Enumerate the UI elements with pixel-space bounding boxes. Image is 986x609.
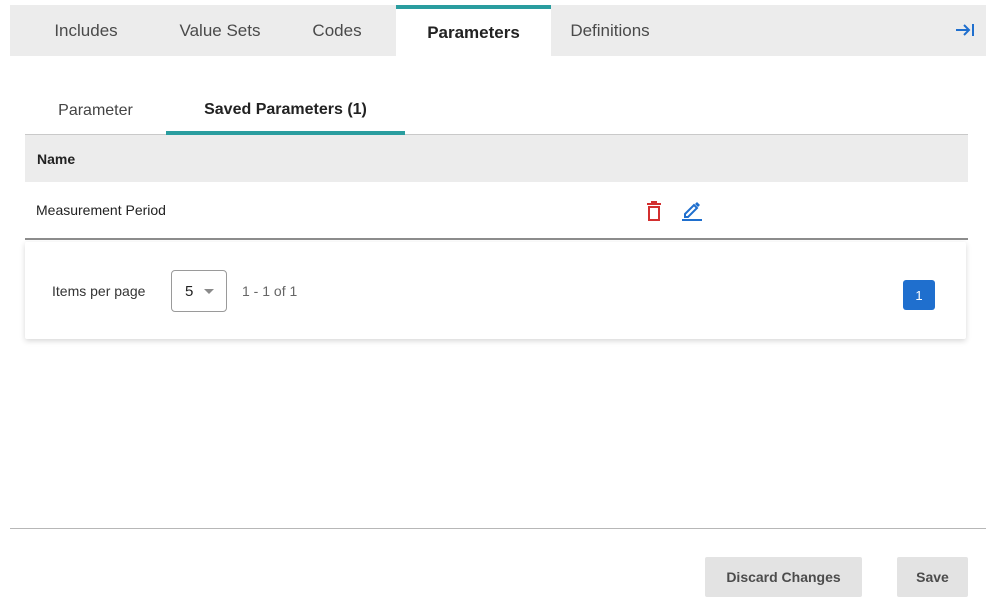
subtab-saved-parameters[interactable]: Saved Parameters (1): [166, 88, 405, 135]
save-button[interactable]: Save: [897, 557, 968, 597]
saved-parameters-table: Name Measurement Period: [25, 135, 968, 240]
column-header-name: Name: [37, 150, 76, 167]
tab-includes[interactable]: Includes: [10, 5, 162, 56]
discard-changes-button[interactable]: Discard Changes: [705, 557, 862, 597]
items-per-page-select[interactable]: 5: [171, 270, 227, 312]
footer-divider: [10, 528, 986, 529]
parameter-name: Measurement Period: [36, 202, 166, 218]
table-header: Name: [25, 135, 968, 182]
tab-definitions[interactable]: Definitions: [551, 5, 669, 56]
trash-icon[interactable]: [643, 200, 665, 222]
pagination-bar: Items per page 5 1 - 1 of 1 1: [25, 242, 966, 339]
tab-parameters[interactable]: Parameters: [396, 5, 551, 56]
tab-value-sets[interactable]: Value Sets: [162, 5, 278, 56]
table-row: Measurement Period: [25, 182, 968, 240]
chevron-down-icon: [204, 289, 214, 294]
pencil-icon[interactable]: [680, 199, 702, 221]
sub-tab-bar: Parameter Saved Parameters (1): [25, 88, 968, 135]
collapse-panel-icon[interactable]: [954, 21, 976, 39]
pagination-range: 1 - 1 of 1: [242, 283, 298, 299]
items-per-page-value: 5: [185, 282, 194, 300]
page-button-1[interactable]: 1: [903, 280, 935, 310]
subtab-parameter[interactable]: Parameter: [25, 88, 166, 134]
items-per-page-label: Items per page: [52, 283, 146, 299]
top-tab-bar: Includes Value Sets Codes Parameters Def…: [10, 5, 986, 56]
tab-codes[interactable]: Codes: [278, 5, 396, 56]
